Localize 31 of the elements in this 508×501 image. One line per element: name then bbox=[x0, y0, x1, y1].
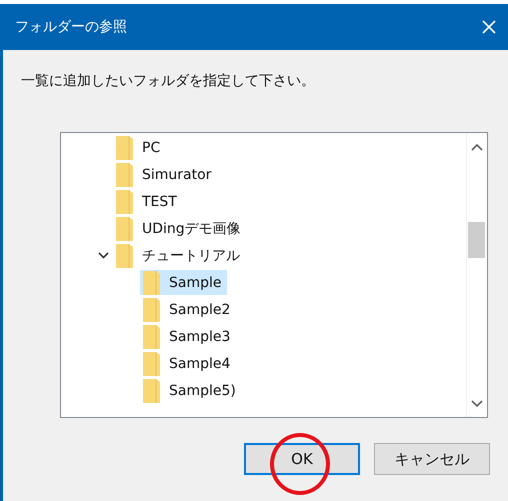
folder-icon bbox=[116, 136, 133, 160]
scrollbar-thumb[interactable] bbox=[468, 222, 485, 258]
tree-item[interactable]: Sample3 bbox=[140, 324, 236, 349]
cancel-button[interactable]: キャンセル bbox=[374, 443, 490, 475]
tree-item[interactable]: Simurator bbox=[113, 162, 216, 187]
tree-item[interactable]: チュートリアル bbox=[113, 243, 245, 268]
tree-item[interactable]: PC bbox=[113, 135, 166, 160]
highlight-circle bbox=[270, 433, 330, 495]
tree-item[interactable]: UDingデモ画像 bbox=[113, 216, 246, 241]
tree-item[interactable]: Sample2 bbox=[140, 297, 236, 322]
folder-icon bbox=[143, 324, 160, 348]
window-title: フォルダーの参照 bbox=[15, 18, 127, 36]
folder-icon bbox=[116, 244, 133, 268]
close-icon[interactable] bbox=[482, 20, 496, 34]
folder-icon bbox=[143, 378, 160, 402]
scroll-up-icon[interactable] bbox=[471, 143, 483, 151]
collapse-chevron-icon[interactable] bbox=[98, 252, 108, 259]
selected-tree-item[interactable]: Sample bbox=[140, 270, 226, 295]
instruction-text: 一覧に追加したいフォルダを指定して下さい。 bbox=[21, 72, 316, 91]
tree-item[interactable]: Sample4 bbox=[140, 351, 236, 376]
folder-icon bbox=[116, 162, 133, 186]
tree-item[interactable]: Sample5) bbox=[140, 378, 241, 403]
scrollbar[interactable] bbox=[466, 133, 487, 417]
folder-icon bbox=[116, 190, 133, 214]
ok-button[interactable]: OK bbox=[244, 443, 360, 475]
folder-icon bbox=[143, 352, 160, 376]
folder-icon bbox=[143, 270, 160, 294]
folder-icon bbox=[116, 216, 133, 240]
tree-item[interactable]: TEST bbox=[113, 189, 182, 214]
folder-icon bbox=[143, 298, 160, 322]
scroll-down-icon[interactable] bbox=[471, 400, 483, 408]
